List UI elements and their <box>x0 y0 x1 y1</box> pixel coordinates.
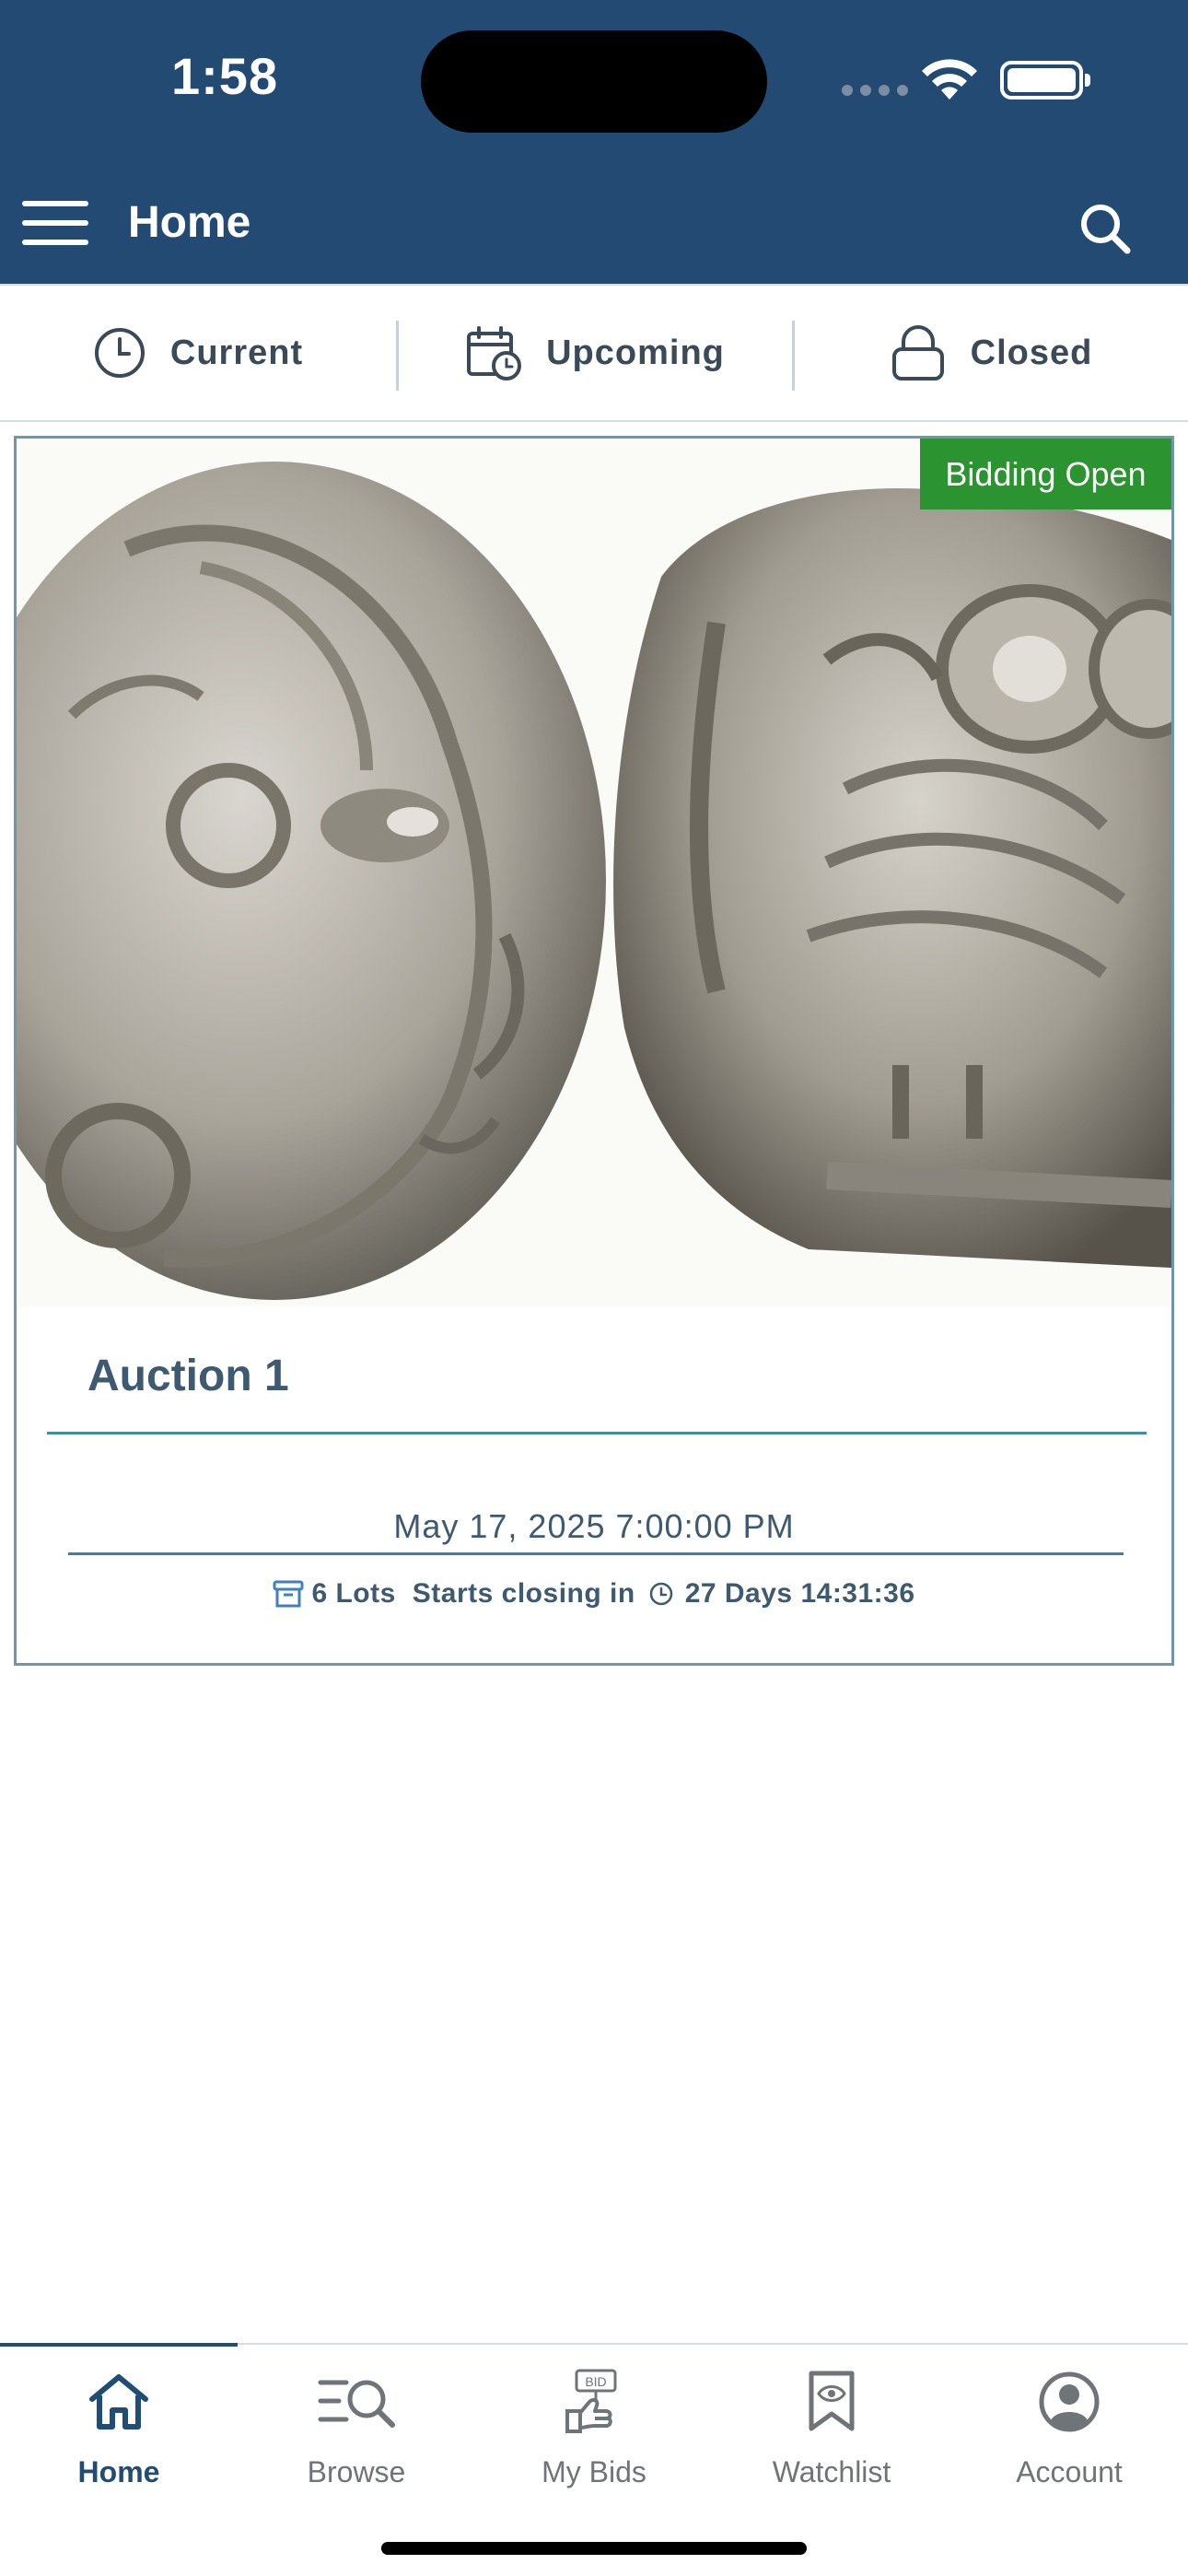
clock-icon <box>94 328 145 378</box>
auction-date: May 17, 2025 7:00:00 PM <box>393 1507 795 1545</box>
coin-photo <box>17 439 1171 1306</box>
bid-hand-icon: BID <box>565 2369 617 2433</box>
home-indicator <box>381 2542 807 2555</box>
account-circle-icon <box>1039 2371 1100 2432</box>
status-bar-time: 1:58 <box>171 47 279 105</box>
archive-box-icon <box>273 1580 304 1608</box>
nav-browse-label: Browse <box>307 2455 406 2488</box>
nav-watchlist[interactable]: Watchlist <box>713 2365 950 2503</box>
tab-upcoming-label: Upcoming <box>546 333 725 372</box>
nav-home[interactable]: Home <box>0 2365 238 2503</box>
hamburger-menu-icon[interactable] <box>22 201 92 247</box>
tab-upcoming[interactable]: Upcoming <box>398 286 792 420</box>
closing-label: Starts closing in <box>412 1578 635 1609</box>
bookmark-eye-icon <box>809 2371 855 2431</box>
auction-meta: 6 Lots Starts closing in 27 Days 14:31:3… <box>17 1574 1171 1614</box>
date-divider <box>68 1552 1124 1555</box>
tab-closed[interactable]: Closed <box>794 286 1188 420</box>
page-title: Home <box>128 198 251 247</box>
cellular-signal-icon <box>842 85 908 96</box>
nav-account-label: Account <box>1016 2455 1123 2488</box>
search-icon[interactable] <box>1077 201 1133 256</box>
countdown-timer: 27 Days 14:31:36 <box>684 1578 915 1609</box>
status-badge: Bidding Open <box>920 439 1171 509</box>
auction-status-tabs: Current Upcoming Closed <box>0 284 1188 422</box>
dynamic-island <box>421 30 767 133</box>
battery-icon <box>1000 61 1090 100</box>
countdown-clock-icon <box>649 1582 672 1606</box>
nav-browse[interactable]: Browse <box>238 2365 475 2503</box>
calendar-clock-icon <box>467 326 522 381</box>
auction-card[interactable]: Bidding Open Auction 1 May 17, 2025 7:00… <box>14 436 1174 1666</box>
nav-watchlist-label: Watchlist <box>772 2455 891 2488</box>
tab-current[interactable]: Current <box>0 286 396 420</box>
nav-active-indicator <box>0 2343 238 2347</box>
nav-my-bids[interactable]: BID My Bids <box>475 2365 713 2503</box>
wifi-icon <box>922 59 977 100</box>
auction-title[interactable]: Auction 1 <box>87 1351 289 1401</box>
tab-current-label: Current <box>169 333 304 372</box>
nav-my-bids-label: My Bids <box>542 2455 646 2488</box>
nav-account[interactable]: Account <box>950 2365 1188 2503</box>
app-header: 1:58 Home <box>0 0 1188 284</box>
lot-count: 6 Lots <box>311 1578 396 1609</box>
lock-icon <box>891 325 944 381</box>
home-icon <box>89 2374 148 2430</box>
tab-closed-label: Closed <box>970 333 1093 372</box>
title-divider <box>47 1432 1147 1434</box>
nav-home-label: Home <box>77 2455 160 2488</box>
browse-search-icon <box>318 2380 395 2428</box>
svg-text:BID: BID <box>585 2374 606 2389</box>
auction-image[interactable]: Bidding Open <box>17 439 1171 1306</box>
